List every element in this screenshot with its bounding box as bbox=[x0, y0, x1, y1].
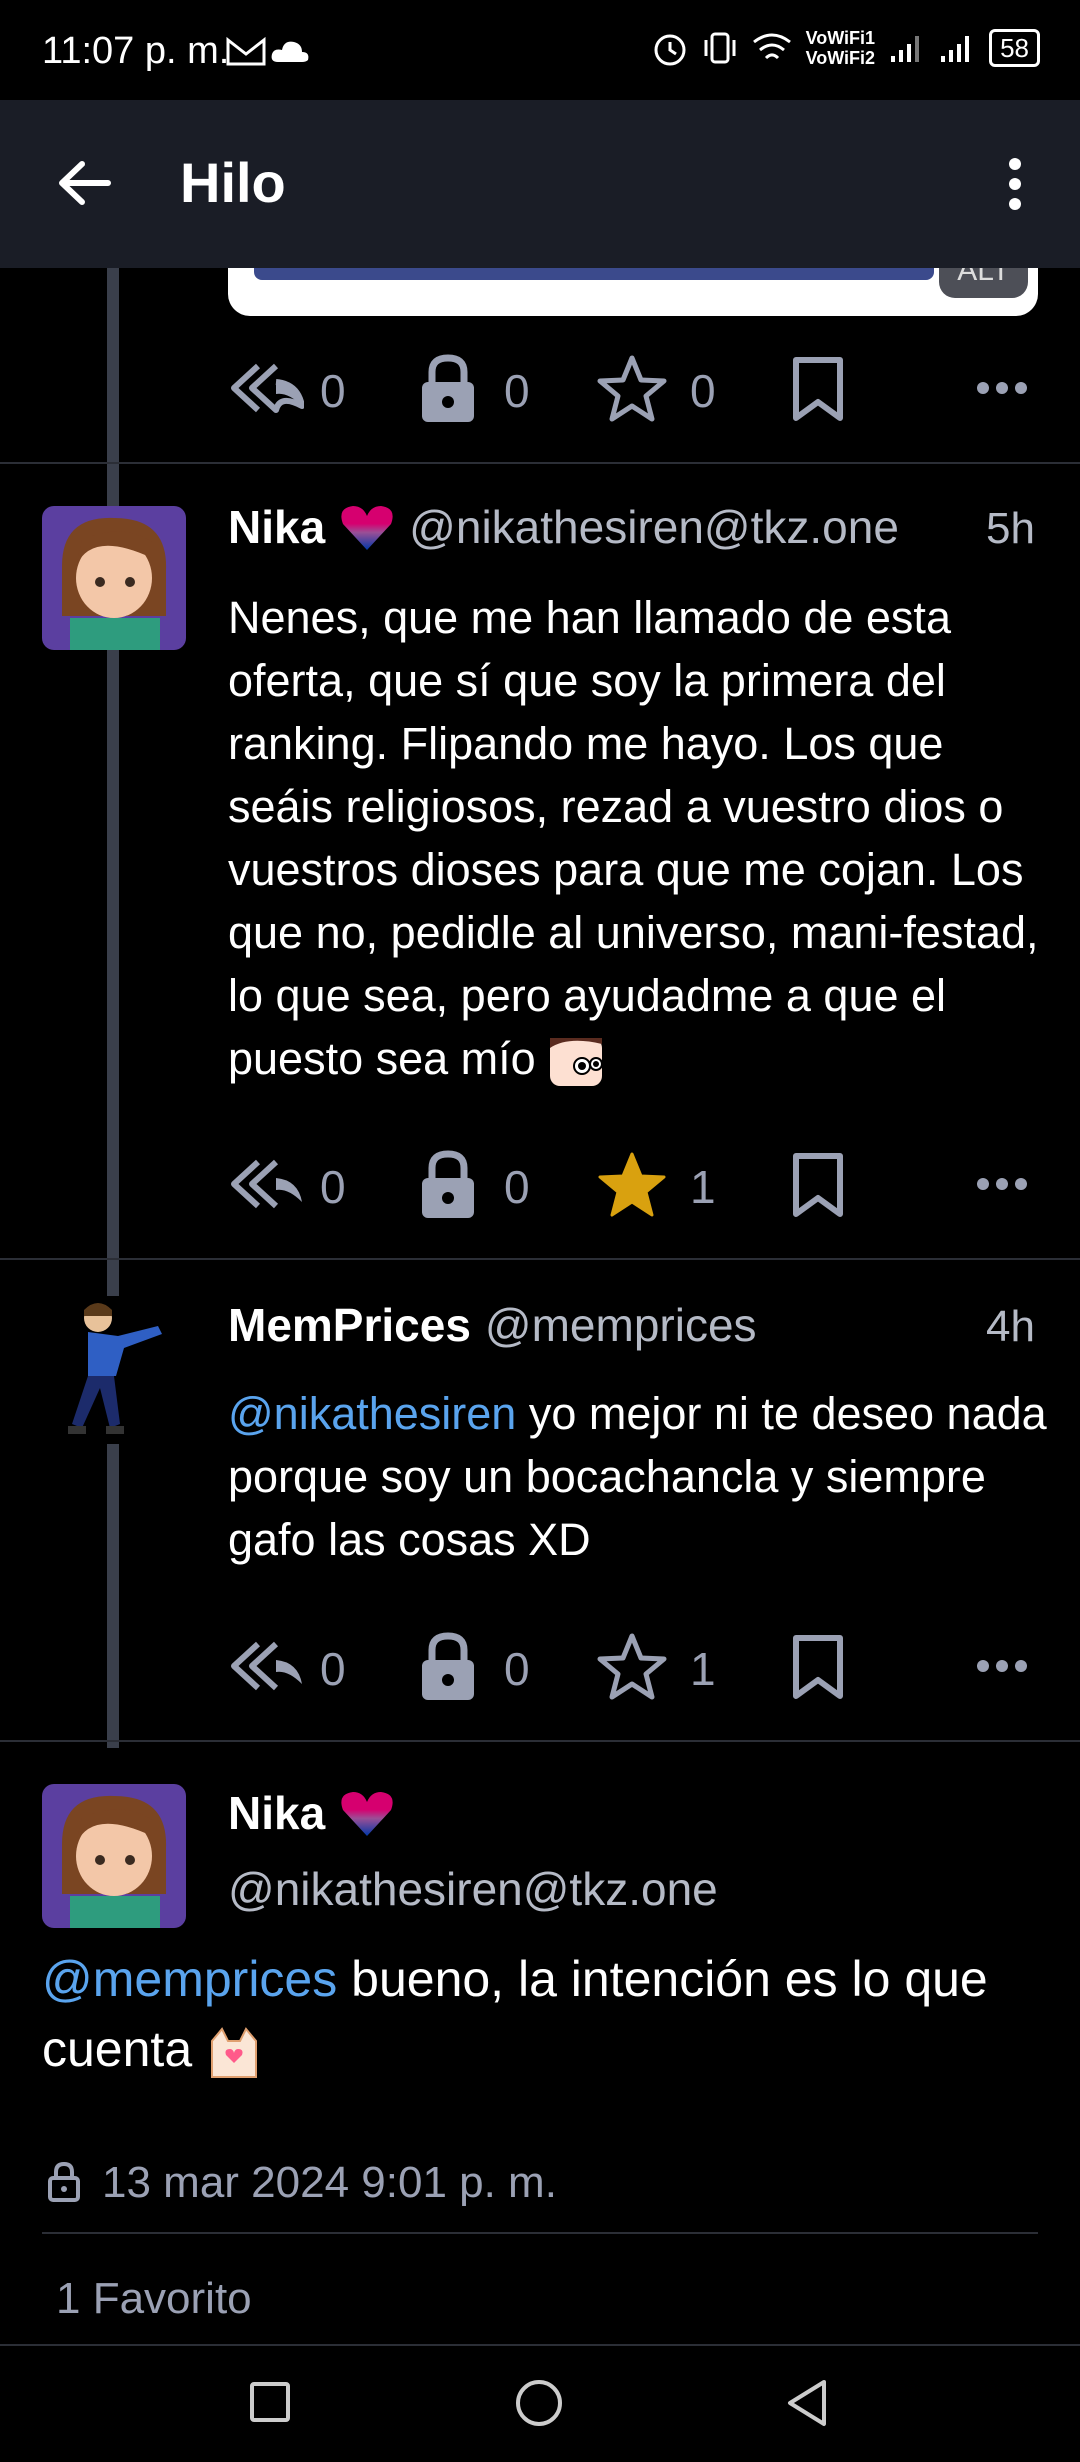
boost-count: 0 bbox=[504, 1161, 530, 1213]
reply-all-icon[interactable] bbox=[228, 360, 304, 416]
media-image-edge bbox=[254, 268, 934, 280]
divider bbox=[0, 1740, 1080, 1742]
alt-badge[interactable]: ALT bbox=[939, 268, 1028, 298]
reply-count: 0 bbox=[320, 1161, 346, 1213]
heart-cat-emoji-icon bbox=[211, 2026, 258, 2078]
bookmark-icon[interactable] bbox=[790, 1634, 846, 1700]
post-date[interactable]: 13 mar 2024 9:01 p. m. bbox=[102, 2158, 557, 2208]
post-content: Nenes, que me han llamado de esta oferta… bbox=[228, 586, 1048, 1090]
gmail-icon bbox=[226, 36, 266, 66]
post-2-header: MemPrices @memprices bbox=[228, 1298, 757, 1352]
network-2-label: VoWiFi2 bbox=[805, 48, 876, 68]
lock-icon[interactable] bbox=[418, 1630, 478, 1702]
fav-count: 1 bbox=[690, 1643, 716, 1695]
cloud-icon bbox=[271, 41, 309, 62]
post-time: 5h bbox=[986, 504, 1035, 553]
reply-count: 0 bbox=[320, 365, 346, 417]
post-1-header: Nika @nikathesiren@tkz.one bbox=[228, 500, 899, 554]
status-indicators: VoWiFi1 VoWiFi2 58 bbox=[652, 28, 1040, 68]
reply-all-icon[interactable] bbox=[228, 1638, 304, 1694]
star-icon[interactable] bbox=[596, 1632, 668, 1700]
user-handle[interactable]: @nikathesiren@tkz.one bbox=[409, 500, 899, 554]
signal-1-icon bbox=[891, 36, 920, 62]
status-time: 11:07 p. m. bbox=[42, 30, 230, 72]
heart-icon bbox=[341, 506, 393, 550]
more-horiz-icon[interactable] bbox=[976, 1176, 1028, 1192]
favorites-count-link[interactable]: 1 Favorito bbox=[56, 2274, 252, 2324]
battery-level: 58 bbox=[989, 29, 1040, 67]
fav-count: 1 bbox=[690, 1161, 716, 1213]
mention-link[interactable]: @nikathesiren bbox=[228, 1388, 516, 1439]
display-name[interactable]: MemPrices bbox=[228, 1298, 471, 1352]
reply-count: 0 bbox=[320, 1643, 346, 1695]
mention-link[interactable]: @memprices bbox=[42, 1951, 337, 2007]
back-arrow-icon[interactable] bbox=[56, 158, 112, 208]
user-handle[interactable]: @nikathesiren@tkz.one bbox=[228, 1862, 718, 1916]
display-name[interactable]: Nika bbox=[228, 1786, 325, 1840]
divider bbox=[42, 2232, 1038, 2234]
star-icon[interactable] bbox=[596, 1150, 668, 1218]
alarm-icon bbox=[654, 34, 686, 66]
post-time: 4h bbox=[986, 1302, 1035, 1351]
wifi-icon bbox=[752, 33, 791, 60]
system-nav-bar bbox=[0, 2344, 1080, 2462]
media-card[interactable]: ALT bbox=[228, 268, 1038, 316]
focused-post-header: Nika bbox=[228, 1786, 395, 1840]
signal-2-icon bbox=[941, 36, 970, 62]
face-emoji-icon bbox=[550, 1038, 604, 1087]
boost-count: 0 bbox=[504, 1643, 530, 1695]
avatar[interactable] bbox=[42, 506, 186, 650]
user-handle[interactable]: @memprices bbox=[485, 1298, 757, 1352]
page-title: Hilo bbox=[180, 151, 286, 214]
more-vert-icon[interactable] bbox=[1000, 156, 1030, 212]
bookmark-icon[interactable] bbox=[790, 1152, 846, 1218]
heart-icon bbox=[341, 1792, 393, 1836]
more-horiz-icon[interactable] bbox=[976, 380, 1028, 396]
star-icon[interactable] bbox=[596, 354, 668, 422]
status-bar: 11:07 p. m. VoWiFi1 VoWiFi2 58 bbox=[0, 0, 1080, 100]
thread-line bbox=[107, 268, 119, 1748]
network-1-label: VoWiFi1 bbox=[805, 28, 876, 48]
reply-all-icon[interactable] bbox=[228, 1156, 304, 1212]
nav-back-triangle-icon[interactable] bbox=[784, 2378, 830, 2428]
post-text: Nenes, que me han llamado de esta oferta… bbox=[228, 592, 1039, 1084]
avatar[interactable] bbox=[58, 1296, 174, 1444]
bookmark-icon[interactable] bbox=[790, 356, 846, 422]
lock-icon[interactable] bbox=[418, 352, 478, 424]
lock-icon bbox=[48, 2161, 80, 2202]
divider bbox=[0, 462, 1080, 464]
post-content: @memprices bueno, la intención es lo que… bbox=[42, 1944, 1042, 2084]
fav-count: 0 bbox=[690, 365, 716, 417]
vibrate-icon bbox=[704, 32, 736, 64]
app-bar bbox=[0, 100, 1080, 268]
boost-count: 0 bbox=[504, 365, 530, 417]
avatar[interactable] bbox=[42, 1784, 186, 1928]
nav-circle-icon[interactable] bbox=[514, 2378, 564, 2428]
post-content: @nikathesiren yo mejor ni te deseo nada … bbox=[228, 1382, 1048, 1571]
nav-square-icon[interactable] bbox=[248, 2380, 292, 2424]
more-horiz-icon[interactable] bbox=[976, 1658, 1028, 1674]
display-name[interactable]: Nika bbox=[228, 500, 325, 554]
divider bbox=[0, 1258, 1080, 1260]
lock-icon[interactable] bbox=[418, 1148, 478, 1220]
